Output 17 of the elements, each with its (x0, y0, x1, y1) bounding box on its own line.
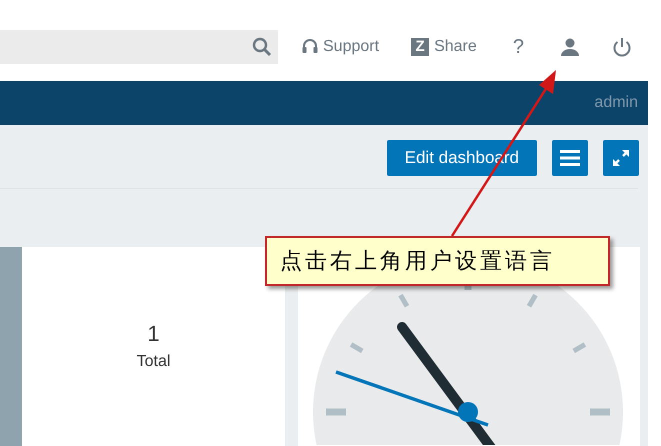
help-link[interactable]: ? (508, 32, 528, 62)
search-icon[interactable] (252, 36, 272, 56)
user-icon[interactable] (560, 36, 580, 56)
headset-icon (302, 38, 318, 56)
share-logo-icon: Z (411, 38, 430, 56)
expand-icon (611, 148, 631, 168)
search-field[interactable] (0, 30, 278, 64)
fullscreen-button[interactable] (603, 140, 639, 176)
support-link[interactable]: Support (302, 34, 380, 58)
power-icon[interactable] (612, 36, 632, 56)
share-link[interactable]: Z Share (411, 34, 477, 58)
user-name: admin (594, 93, 638, 113)
menu-button[interactable] (552, 140, 588, 176)
counter-label: Total (136, 352, 170, 372)
menu-icon (560, 150, 580, 166)
counter-value: 1 (147, 320, 160, 348)
annotation-callout: 点击右上角用户设置语言 (265, 236, 610, 286)
